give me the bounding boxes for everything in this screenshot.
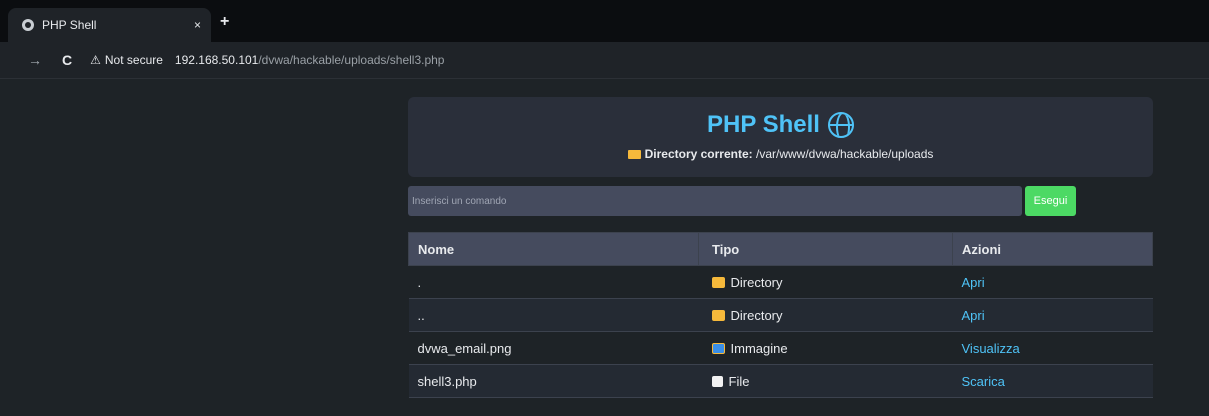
file-type-label: File [728, 373, 750, 389]
open-link[interactable]: Apri [962, 308, 985, 323]
directory-label: Directory corrente: [644, 147, 753, 161]
page-content: PHP Shell Directory corrente: /var/www/d… [0, 80, 1209, 416]
browser-tab[interactable]: PHP Shell × [8, 8, 211, 42]
file-type: Immagine [698, 331, 953, 365]
column-header-actions: Azioni [952, 232, 1153, 266]
table-row: . Directory Apri [408, 265, 1153, 299]
file-type: File [698, 364, 953, 398]
file-action: Apri [952, 265, 1153, 299]
warning-icon: ⚠ [90, 53, 101, 67]
image-icon [711, 342, 725, 354]
security-indicator[interactable]: Not secure [105, 53, 163, 67]
tab-close-button[interactable]: × [194, 18, 201, 32]
file-name: dvwa_email.png [408, 331, 699, 365]
table-row: dvwa_email.png Immagine Visualizza [408, 331, 1153, 365]
forward-button[interactable]: → [28, 52, 42, 68]
globe-icon [827, 112, 854, 138]
open-link[interactable]: Apri [962, 275, 985, 290]
file-type-label: Directory [730, 307, 783, 323]
file-icon [711, 375, 723, 387]
table-row: .. Directory Apri [408, 298, 1153, 332]
file-type-label: Immagine [730, 340, 788, 356]
browser-toolbar: → C ⚠ Not secure 192.168.50.101/dvwa/hac… [0, 42, 1209, 79]
file-type: Directory [698, 265, 953, 299]
file-table: Nome Tipo Azioni . Directory Apri .. Dir… [408, 232, 1153, 398]
file-type-label: Directory [730, 274, 783, 290]
table-row: shell3.php File Scarica [408, 364, 1153, 398]
reload-button[interactable]: C [62, 52, 72, 68]
tab-title: PHP Shell [42, 18, 97, 32]
page-title-text: PHP Shell [707, 111, 820, 138]
new-tab-button[interactable]: + [220, 14, 229, 30]
column-header-name: Nome [408, 232, 699, 266]
run-command-button[interactable]: Esegui [1025, 186, 1076, 216]
command-input[interactable] [408, 186, 1022, 216]
folder-icon [711, 309, 725, 321]
file-type: Directory [698, 298, 953, 332]
file-action: Visualizza [952, 331, 1153, 365]
open-folder-icon [627, 150, 641, 159]
url-host: 192.168.50.101 [174, 53, 259, 67]
download-link[interactable]: Scarica [962, 374, 1005, 389]
file-action: Scarica [952, 364, 1153, 398]
address-bar[interactable]: ⚠ Not secure 192.168.50.101/dvwa/hackabl… [90, 53, 444, 67]
folder-icon [711, 276, 725, 288]
file-name: . [408, 265, 699, 299]
current-directory: Directory corrente: /var/www/dvwa/hackab… [408, 147, 1153, 161]
page-title: PHP Shell [408, 111, 1153, 139]
file-name: shell3.php [408, 364, 699, 398]
view-link[interactable]: Visualizza [962, 341, 1020, 356]
url-path: /dvwa/hackable/uploads/shell3.php [258, 53, 445, 67]
header-card: PHP Shell Directory corrente: /var/www/d… [408, 97, 1153, 177]
file-name: .. [408, 298, 699, 332]
file-action: Apri [952, 298, 1153, 332]
table-header-row: Nome Tipo Azioni [408, 232, 1153, 266]
browser-tabbar: PHP Shell × + [0, 0, 1209, 42]
column-header-type: Tipo [698, 232, 953, 266]
directory-path: /var/www/dvwa/hackable/uploads [755, 147, 934, 161]
globe-icon [22, 19, 34, 31]
